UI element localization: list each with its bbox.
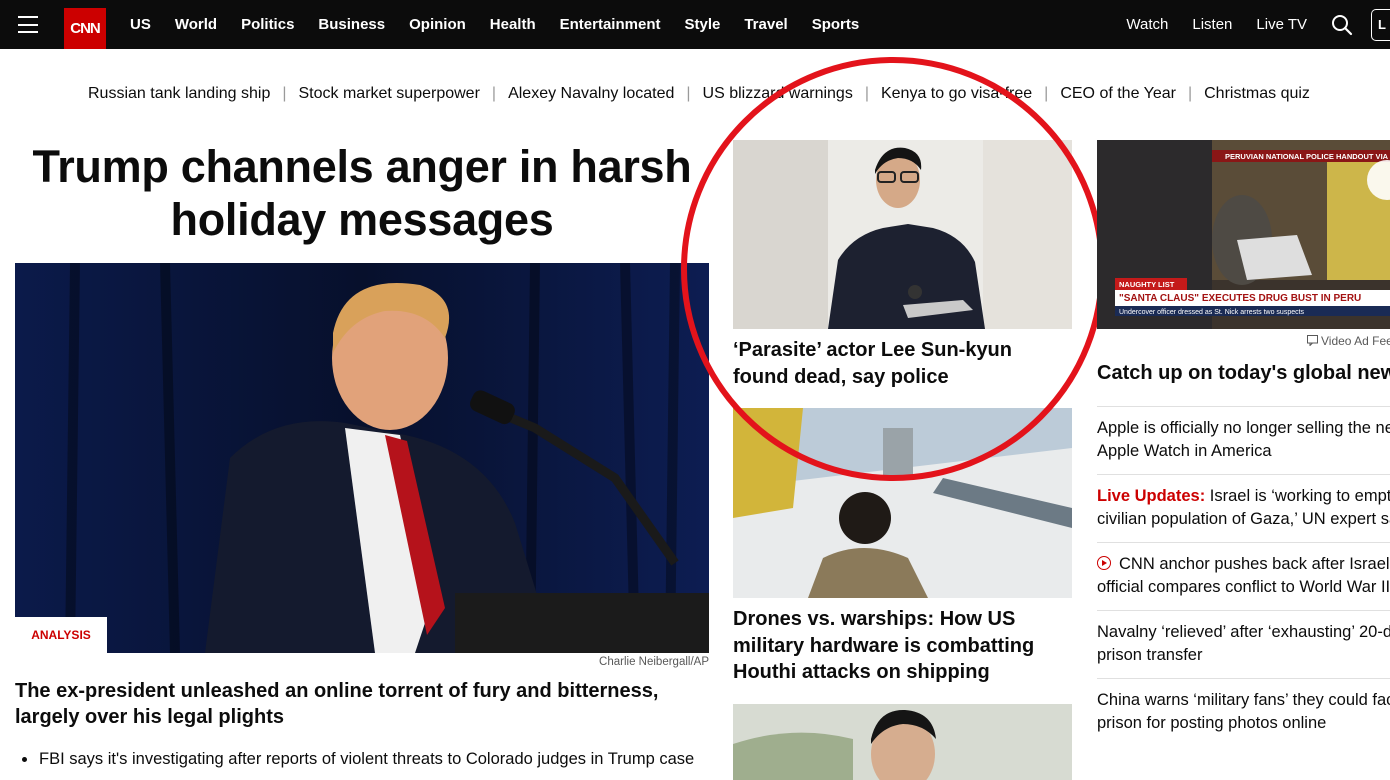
list-item[interactable]: CNN anchor pushes back after Israeli off… bbox=[1097, 542, 1390, 610]
bullet-dot bbox=[22, 757, 27, 763]
ad-feedback-label: Video Ad Feedback bbox=[1321, 334, 1390, 348]
video-player-thumbnail[interactable]: PERUVIAN NATIONAL POLICE HANDOUT VIA REU… bbox=[1097, 140, 1390, 329]
trump-speech-photo bbox=[15, 263, 709, 653]
video-tag-text: NAUGHTY LIST bbox=[1119, 280, 1175, 289]
global-news-list: Apple is officially no longer selling th… bbox=[1097, 406, 1390, 746]
nav-item-us[interactable]: US bbox=[130, 16, 151, 33]
story-image-parasite-actor[interactable] bbox=[733, 140, 1072, 329]
related-story-bullet[interactable]: FBI says it's investigating after report… bbox=[22, 748, 712, 770]
list-item-text: Apple is officially no longer selling th… bbox=[1097, 419, 1390, 460]
xi-jinping-photo bbox=[733, 704, 1072, 780]
divider: | bbox=[282, 85, 287, 102]
secondary-nav: Watch Listen Live TV L bbox=[1126, 0, 1390, 49]
list-item-text: CNN anchor pushes back after Israeli off… bbox=[1097, 555, 1390, 596]
trending-bar: Russian tank landing ship | Stock market … bbox=[88, 85, 1310, 103]
nav-item-travel[interactable]: Travel bbox=[744, 16, 787, 33]
trending-link[interactable]: CEO of the Year bbox=[1060, 85, 1176, 103]
top-nav-bar: CNN US World Politics Business Opinion H… bbox=[0, 0, 1390, 49]
divider: | bbox=[1044, 85, 1049, 102]
video-ad-feedback[interactable]: Video Ad Feedback bbox=[1307, 334, 1390, 348]
nav-item-health[interactable]: Health bbox=[490, 16, 536, 33]
photo-credit: Charlie Neibergall/AP bbox=[599, 656, 709, 668]
trending-link[interactable]: Christmas quiz bbox=[1204, 85, 1310, 103]
divider: | bbox=[1187, 85, 1193, 102]
nav-item-world[interactable]: World bbox=[175, 16, 217, 33]
video-play-icon bbox=[1097, 556, 1111, 570]
nav-item-politics[interactable]: Politics bbox=[241, 16, 294, 33]
nav-item-sports[interactable]: Sports bbox=[812, 16, 860, 33]
list-item[interactable]: Live Updates: Israel is ‘working to empt… bbox=[1097, 474, 1390, 542]
divider: | bbox=[864, 85, 869, 102]
video-source-text: PERUVIAN NATIONAL POLICE HANDOUT VIA REU… bbox=[1225, 152, 1390, 161]
trending-link[interactable]: Stock market superpower bbox=[299, 85, 480, 103]
global-news-heading[interactable]: Catch up on today's global news bbox=[1097, 362, 1390, 385]
trending-link[interactable]: US blizzard warnings bbox=[703, 85, 853, 103]
trending-link[interactable]: Alexey Navalny located bbox=[508, 85, 674, 103]
list-item[interactable]: Apple is officially no longer selling th… bbox=[1097, 406, 1390, 474]
nav-item-style[interactable]: Style bbox=[684, 16, 720, 33]
divider: | bbox=[491, 85, 497, 102]
nav-item-business[interactable]: Business bbox=[318, 16, 385, 33]
watch-link[interactable]: Watch bbox=[1126, 16, 1168, 33]
list-item-text: Navalny ‘relieved’ after ‘exhausting’ 20… bbox=[1097, 623, 1390, 664]
video-frame: PERUVIAN NATIONAL POLICE HANDOUT VIA REU… bbox=[1097, 140, 1390, 329]
story-image-china[interactable] bbox=[733, 704, 1072, 780]
login-button[interactable]: L bbox=[1371, 8, 1390, 41]
nav-item-opinion[interactable]: Opinion bbox=[409, 16, 466, 33]
login-button-label: L bbox=[1378, 17, 1386, 32]
listen-link[interactable]: Listen bbox=[1192, 16, 1232, 33]
story-headline-drones-warships[interactable]: Drones vs. warships: How US military har… bbox=[733, 606, 1078, 686]
menu-icon[interactable] bbox=[18, 16, 38, 33]
nav-item-entertainment[interactable]: Entertainment bbox=[560, 16, 661, 33]
video-subtitle-text: Undercover officer dressed as St. Nick a… bbox=[1119, 309, 1305, 316]
story-headline-parasite-actor[interactable]: ‘Parasite’ actor Lee Sun-kyun found dead… bbox=[733, 337, 1073, 391]
list-item[interactable]: Navalny ‘relieved’ after ‘exhausting’ 20… bbox=[1097, 610, 1390, 678]
video-title-text: "SANTA CLAUS" EXECUTES DRUG BUST IN PERU bbox=[1119, 293, 1361, 304]
analysis-badge: ANALYSIS bbox=[15, 617, 107, 653]
lead-story-image[interactable] bbox=[15, 263, 709, 653]
story-image-drones-warships[interactable] bbox=[733, 408, 1072, 598]
search-icon[interactable] bbox=[1331, 14, 1353, 36]
lee-sun-kyun-photo bbox=[733, 140, 1072, 329]
divider: | bbox=[686, 85, 691, 102]
list-item-text: China warns ‘military fans’ they could f… bbox=[1097, 691, 1390, 732]
live-tv-link[interactable]: Live TV bbox=[1256, 16, 1307, 33]
trending-link[interactable]: Russian tank landing ship bbox=[88, 85, 270, 103]
lead-headline[interactable]: Trump channels anger in harsh holiday me… bbox=[15, 140, 709, 246]
feedback-icon bbox=[1307, 335, 1318, 347]
cnn-logo[interactable]: CNN bbox=[64, 8, 106, 49]
list-item[interactable]: China warns ‘military fans’ they could f… bbox=[1097, 678, 1390, 746]
live-updates-label: Live Updates: bbox=[1097, 487, 1206, 505]
primary-nav: US World Politics Business Opinion Healt… bbox=[130, 0, 883, 49]
warship-deck-photo bbox=[733, 408, 1072, 598]
trending-link[interactable]: Kenya to go visa-free bbox=[881, 85, 1032, 103]
related-story-text: FBI says it's investigating after report… bbox=[39, 750, 695, 768]
lead-subheadline[interactable]: The ex-president unleashed an online tor… bbox=[15, 678, 715, 730]
